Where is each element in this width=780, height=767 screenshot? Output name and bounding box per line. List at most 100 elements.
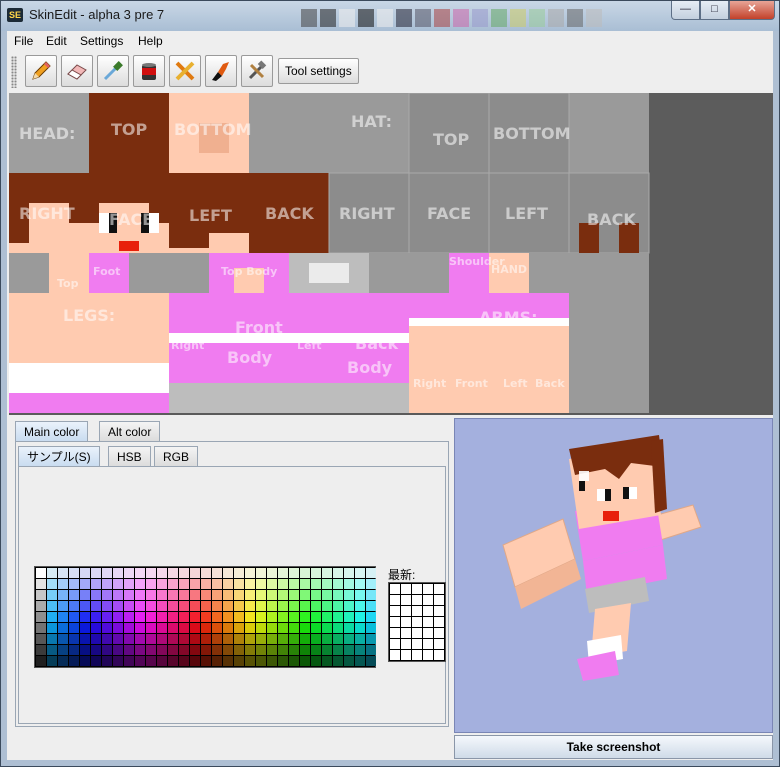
color-swatch[interactable]: [58, 634, 68, 644]
tab-main-color[interactable]: Main color: [15, 421, 89, 441]
color-swatch[interactable]: [366, 634, 376, 644]
color-swatch[interactable]: [311, 623, 321, 633]
color-swatch[interactable]: [256, 590, 266, 600]
toolbar-grip[interactable]: [11, 56, 17, 88]
color-swatch[interactable]: [245, 612, 255, 622]
color-swatch[interactable]: [190, 590, 200, 600]
recent-color-swatch[interactable]: [390, 595, 400, 605]
color-swatch[interactable]: [36, 590, 46, 600]
color-swatch[interactable]: [157, 568, 167, 578]
color-swatch[interactable]: [223, 634, 233, 644]
recent-color-swatch[interactable]: [412, 617, 422, 627]
color-swatch[interactable]: [289, 579, 299, 589]
color-swatch[interactable]: [135, 601, 145, 611]
color-swatch[interactable]: [47, 568, 57, 578]
skin-texture-canvas[interactable]: HEAD: TOP BOTTOM HAT: TOP BOTTOM RIGHT F…: [9, 93, 773, 415]
color-swatch[interactable]: [322, 568, 332, 578]
color-swatch[interactable]: [355, 645, 365, 655]
color-swatch[interactable]: [201, 623, 211, 633]
color-swatch[interactable]: [113, 645, 123, 655]
color-swatch[interactable]: [366, 579, 376, 589]
color-swatch[interactable]: [201, 579, 211, 589]
color-swatch[interactable]: [267, 601, 277, 611]
menu-file[interactable]: File: [14, 34, 33, 48]
color-swatch[interactable]: [124, 612, 134, 622]
color-swatch[interactable]: [278, 612, 288, 622]
color-swatch[interactable]: [157, 623, 167, 633]
color-swatch[interactable]: [234, 645, 244, 655]
color-swatch[interactable]: [355, 656, 365, 666]
color-swatch[interactable]: [124, 634, 134, 644]
color-swatch[interactable]: [344, 601, 354, 611]
color-swatch[interactable]: [256, 656, 266, 666]
color-swatch[interactable]: [146, 568, 156, 578]
color-swatch[interactable]: [190, 612, 200, 622]
recent-colors-grid[interactable]: [388, 582, 446, 662]
color-swatch[interactable]: [80, 612, 90, 622]
color-swatch[interactable]: [278, 579, 288, 589]
color-swatch[interactable]: [322, 612, 332, 622]
recent-color-swatch[interactable]: [390, 650, 400, 660]
recent-color-swatch[interactable]: [434, 650, 444, 660]
color-swatch[interactable]: [124, 590, 134, 600]
color-swatch[interactable]: [91, 579, 101, 589]
color-swatch[interactable]: [69, 579, 79, 589]
recent-color-swatch[interactable]: [423, 650, 433, 660]
color-swatch[interactable]: [311, 568, 321, 578]
color-swatch[interactable]: [168, 623, 178, 633]
color-swatch[interactable]: [135, 568, 145, 578]
color-swatch[interactable]: [91, 568, 101, 578]
burn-tool-button[interactable]: [205, 55, 237, 87]
color-swatch[interactable]: [366, 656, 376, 666]
color-swatch[interactable]: [256, 612, 266, 622]
color-swatch[interactable]: [278, 645, 288, 655]
color-swatch[interactable]: [168, 634, 178, 644]
color-swatch[interactable]: [278, 568, 288, 578]
color-swatch[interactable]: [80, 579, 90, 589]
recent-color-swatch[interactable]: [412, 595, 422, 605]
color-swatch[interactable]: [322, 579, 332, 589]
color-swatch[interactable]: [212, 623, 222, 633]
color-swatch[interactable]: [289, 590, 299, 600]
recent-color-swatch[interactable]: [423, 595, 433, 605]
color-swatch[interactable]: [157, 634, 167, 644]
color-swatch[interactable]: [113, 634, 123, 644]
color-swatch[interactable]: [201, 634, 211, 644]
color-swatch[interactable]: [300, 645, 310, 655]
eraser-tool-button[interactable]: [61, 55, 93, 87]
color-swatch[interactable]: [267, 590, 277, 600]
color-swatch[interactable]: [69, 590, 79, 600]
color-swatch[interactable]: [322, 645, 332, 655]
recent-color-swatch[interactable]: [434, 584, 444, 594]
color-swatch[interactable]: [234, 568, 244, 578]
color-swatch[interactable]: [366, 568, 376, 578]
color-swatch[interactable]: [190, 656, 200, 666]
color-swatch[interactable]: [333, 634, 343, 644]
recent-color-swatch[interactable]: [434, 628, 444, 638]
color-swatch[interactable]: [80, 568, 90, 578]
color-swatch[interactable]: [190, 579, 200, 589]
color-swatch[interactable]: [322, 634, 332, 644]
color-swatch[interactable]: [47, 656, 57, 666]
color-swatch[interactable]: [113, 601, 123, 611]
color-swatch[interactable]: [146, 590, 156, 600]
color-swatch[interactable]: [201, 601, 211, 611]
color-swatch[interactable]: [289, 601, 299, 611]
color-swatch[interactable]: [289, 656, 299, 666]
color-swatch[interactable]: [333, 579, 343, 589]
color-swatch[interactable]: [179, 579, 189, 589]
color-swatch[interactable]: [47, 612, 57, 622]
color-swatch[interactable]: [267, 656, 277, 666]
color-swatch[interactable]: [278, 656, 288, 666]
color-swatch[interactable]: [69, 645, 79, 655]
color-swatch[interactable]: [168, 601, 178, 611]
color-swatch[interactable]: [190, 623, 200, 633]
color-swatch[interactable]: [245, 590, 255, 600]
color-swatch[interactable]: [278, 590, 288, 600]
color-swatch[interactable]: [256, 601, 266, 611]
settings-tools-button[interactable]: [241, 55, 273, 87]
color-swatch[interactable]: [245, 645, 255, 655]
color-swatch[interactable]: [47, 590, 57, 600]
pencil-tool-button[interactable]: [25, 55, 57, 87]
recent-color-swatch[interactable]: [390, 628, 400, 638]
